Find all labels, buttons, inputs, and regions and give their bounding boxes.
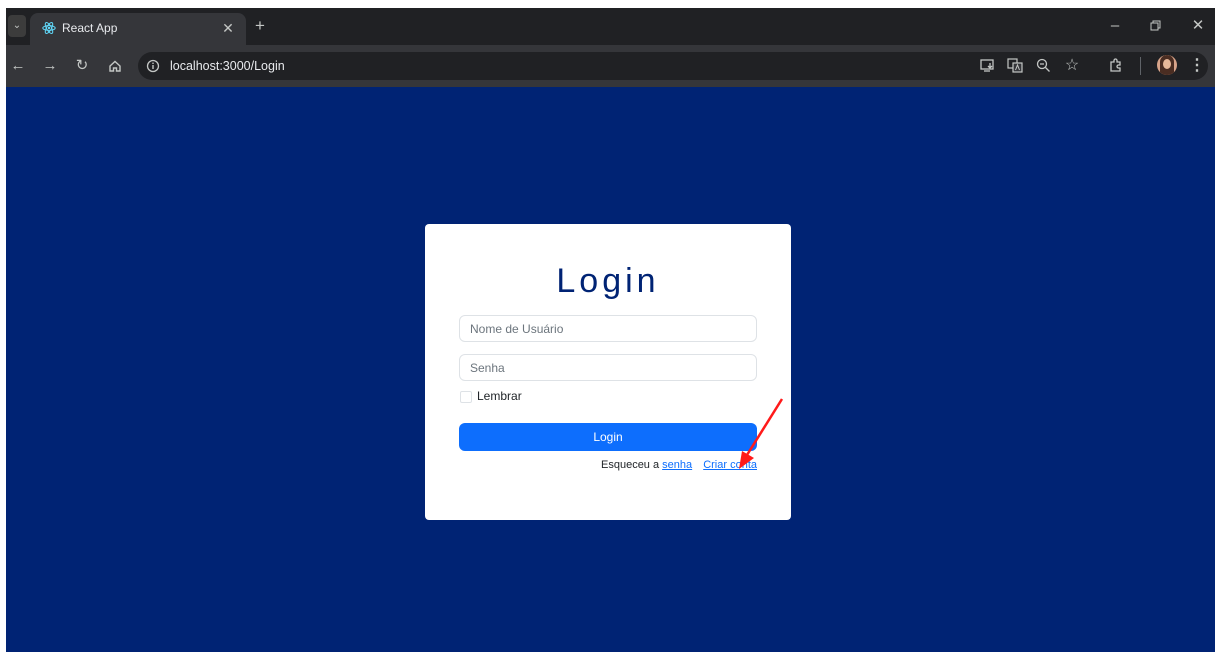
react-icon	[42, 21, 56, 35]
forgot-password-link[interactable]: senha	[662, 459, 692, 471]
page-title: Login	[556, 262, 660, 300]
window-close-icon[interactable]: ✕	[1188, 16, 1208, 36]
restore-icon[interactable]	[1150, 20, 1162, 32]
minimize-icon[interactable]: –	[1105, 16, 1125, 36]
menu-icon[interactable]: ⋮	[1189, 56, 1205, 76]
remember-checkbox[interactable]	[460, 391, 472, 403]
login-card: Login Lembrar Login Esqueceu a senha Cri…	[425, 224, 791, 520]
new-tab-icon[interactable]: +	[250, 16, 270, 36]
browser-tab[interactable]: React App ✕	[30, 13, 246, 45]
install-icon[interactable]	[980, 58, 996, 73]
toolbar-divider	[1140, 57, 1141, 75]
bookmark-star-icon[interactable]: ☆	[1062, 56, 1082, 76]
password-field[interactable]	[459, 354, 757, 381]
back-icon[interactable]: ←	[8, 56, 28, 76]
zoom-icon[interactable]	[1036, 58, 1051, 73]
close-icon[interactable]: ✕	[218, 18, 238, 38]
home-icon[interactable]	[108, 59, 122, 73]
password-input[interactable]	[460, 355, 756, 380]
username-input[interactable]	[460, 316, 756, 341]
forgot-prefix: Esqueceu a	[601, 459, 663, 471]
reload-icon[interactable]: ↻	[72, 56, 92, 76]
forward-icon[interactable]: →	[40, 56, 60, 76]
remember-label[interactable]: Lembrar	[477, 389, 522, 403]
tab-title: React App	[62, 21, 118, 35]
url-text[interactable]: localhost:3000/Login	[170, 59, 285, 73]
site-info-icon[interactable]	[146, 59, 160, 73]
login-button[interactable]: Login	[459, 423, 757, 451]
annotation-arrow	[739, 398, 784, 469]
translate-icon[interactable]	[1007, 58, 1023, 73]
profile-avatar[interactable]	[1157, 55, 1177, 75]
extensions-icon[interactable]	[1108, 57, 1124, 73]
username-field[interactable]	[459, 315, 757, 342]
tab-list-icon[interactable]: ⌄	[8, 15, 26, 37]
